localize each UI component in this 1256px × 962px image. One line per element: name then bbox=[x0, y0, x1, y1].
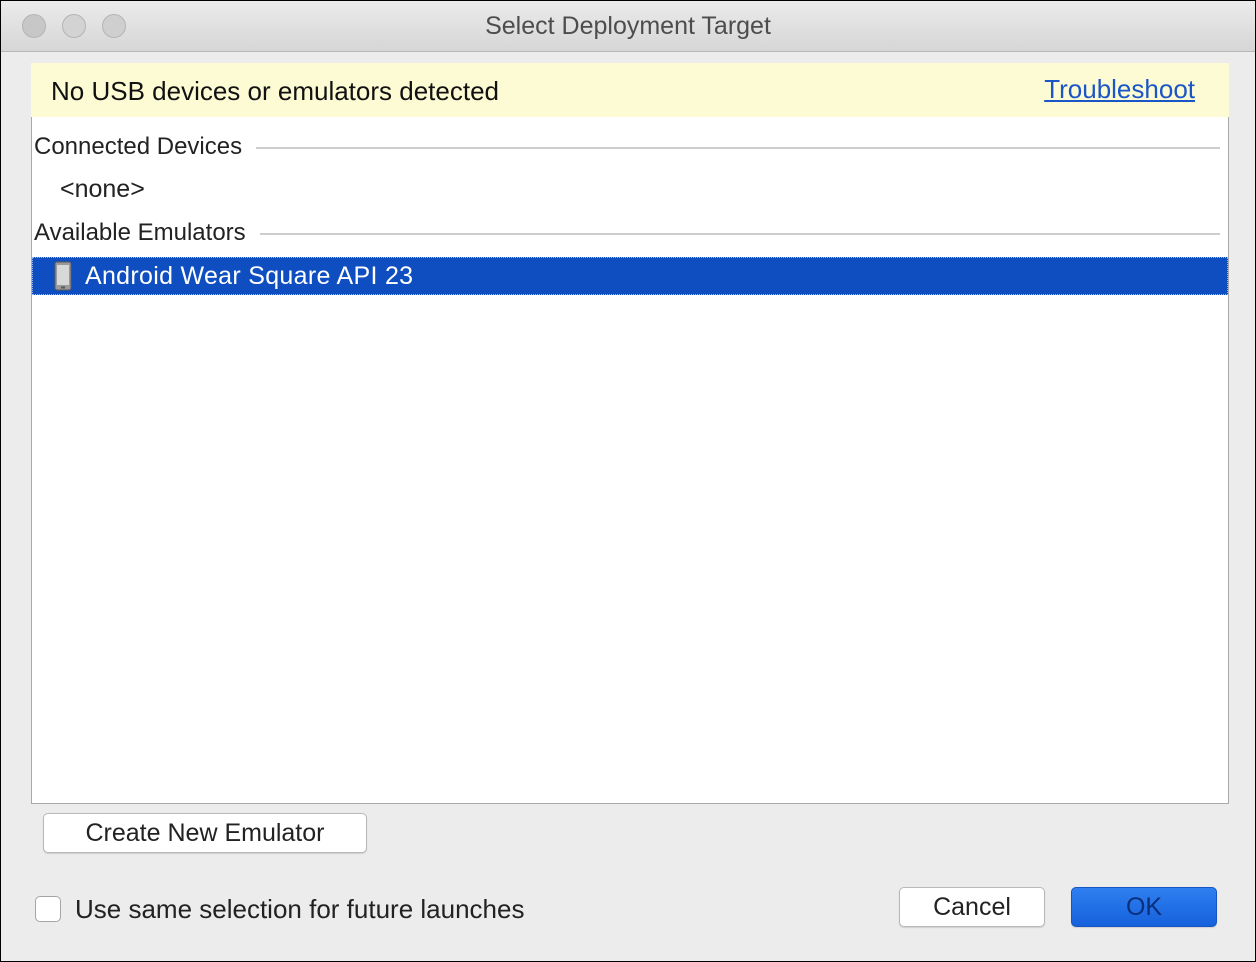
section-divider bbox=[259, 233, 1220, 235]
device-phone-icon bbox=[54, 261, 72, 291]
dialog-window: Select Deployment Target No USB devices … bbox=[0, 0, 1256, 962]
section-divider bbox=[256, 147, 1220, 149]
connected-devices-header: Connected Devices bbox=[34, 133, 1220, 161]
emulator-label: Android Wear Square API 23 bbox=[85, 262, 414, 290]
window-title: Select Deployment Target bbox=[485, 12, 771, 40]
banner-message: No USB devices or emulators detected bbox=[51, 76, 499, 106]
troubleshoot-link[interactable]: Troubleshoot bbox=[1044, 74, 1195, 105]
warning-banner: No USB devices or emulators detected Tro… bbox=[31, 63, 1229, 118]
same-selection-checkbox[interactable] bbox=[35, 896, 61, 922]
available-emulators-label: Available Emulators bbox=[34, 219, 246, 246]
ok-button[interactable]: OK bbox=[1071, 887, 1217, 927]
title-bar[interactable]: Select Deployment Target bbox=[1, 1, 1255, 52]
connected-devices-empty: <none> bbox=[60, 175, 145, 203]
available-emulators-header: Available Emulators bbox=[34, 219, 1220, 247]
create-new-emulator-button[interactable]: Create New Emulator bbox=[43, 813, 367, 853]
emulator-row-android-wear-square[interactable]: Android Wear Square API 23 bbox=[32, 257, 1228, 295]
connected-devices-label: Connected Devices bbox=[34, 133, 243, 160]
same-selection-label[interactable]: Use same selection for future launches bbox=[75, 894, 524, 925]
cancel-button[interactable]: Cancel bbox=[899, 887, 1045, 927]
device-list[interactable]: Connected Devices <none> Available Emula… bbox=[31, 117, 1229, 804]
